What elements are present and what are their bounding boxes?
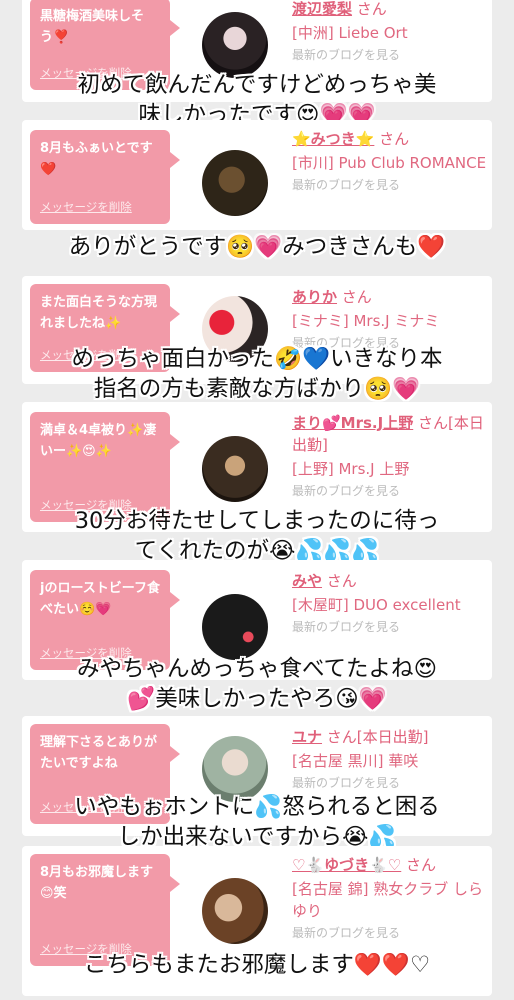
shop-name[interactable]: [名古屋 黒川] 華咲: [292, 750, 488, 772]
shop-name[interactable]: [ミナミ] Mrs.J ミナミ: [292, 310, 488, 332]
message-card: 8月もふぁいとです❤️ メッセージを削除 ⭐️みつき⭐️ さん [市川] Pub…: [22, 120, 492, 230]
shop-name[interactable]: [上野] Mrs.J 上野: [292, 458, 488, 480]
avatar[interactable]: [202, 150, 268, 216]
blog-link[interactable]: 最新のブログを見る: [292, 922, 488, 944]
message-text: 8月もふぁいとです❤️: [40, 141, 153, 177]
pink-heart-icon: 💗: [392, 376, 421, 402]
shop-name[interactable]: [名古屋 錦] 熟女クラブ しらゆり: [292, 878, 488, 922]
cast-name[interactable]: ありか: [292, 288, 337, 306]
avatar[interactable]: [202, 878, 268, 944]
avatar[interactable]: [202, 594, 268, 660]
blog-link[interactable]: 最新のブログを見る: [292, 174, 488, 196]
red-heart-icon: ❤️❤️: [353, 952, 410, 978]
blog-link[interactable]: 最新のブログを見る: [292, 616, 488, 638]
cast-name[interactable]: ユナ: [292, 728, 322, 746]
pleading-face-icon: 🥺: [364, 376, 393, 402]
cast-name[interactable]: ⭐️みつき⭐️: [292, 130, 374, 148]
message-text: jのローストビーフ食べたい☺️💗: [40, 581, 161, 617]
cast-name[interactable]: まり💕Mrs.J上野: [292, 414, 413, 432]
blog-link[interactable]: 最新のブログを見る: [292, 772, 488, 794]
caption: みやちゃんめっちゃ食べてたよね😍 💕美味しかったやろ😘💗: [76, 656, 438, 712]
blue-heart-icon: 💙: [302, 346, 331, 372]
pink-heart-icon: 💗: [254, 234, 283, 260]
kissing-face-icon: 😘: [335, 686, 359, 712]
blog-link[interactable]: 最新のブログを見る: [292, 44, 488, 66]
rolling-laugh-icon: 🤣: [273, 346, 302, 372]
shop-name[interactable]: [中洲] Liebe Ort: [292, 22, 488, 44]
caption: めっちゃ面白かった🤣💙いきなり本 指名の方も素敵な方ばかり🥺💗: [71, 346, 443, 402]
honorific: さん: [356, 0, 387, 18]
sweat-drops-icon: 💦: [254, 794, 283, 820]
caption: いやもぉホントに💦怒られると困る しか出来ないですから😭💦: [74, 794, 440, 850]
blog-link[interactable]: 最新のブログを見る: [292, 480, 488, 502]
message-text: 満卓＆4卓被り✨凄いー✨😍✨: [40, 423, 157, 459]
pink-heart-icon: 💗: [358, 686, 387, 712]
red-heart-icon: ❤️: [417, 234, 446, 260]
honorific: さん: [341, 288, 372, 306]
shop-name[interactable]: [木屋町] DUO excellent: [292, 594, 488, 616]
cast-name[interactable]: みや: [292, 572, 322, 590]
pleading-face-icon: 🥺: [226, 234, 255, 260]
cast-name[interactable]: 渡辺愛梨: [292, 0, 352, 18]
message-text: 黒糖梅酒美味しそう❣️: [40, 9, 145, 45]
delete-message-link[interactable]: メッセージを削除: [40, 197, 132, 218]
caption: ありがとうです🥺💗みつきさんも❤️: [68, 234, 446, 260]
message-text: 理解下さるとありがたいですよね: [40, 735, 158, 771]
cast-name[interactable]: ♡🐇ゆづき🐇♡: [292, 856, 401, 874]
message-text: また面白そうな方現れましたね✨: [40, 295, 158, 331]
message-text: 8月もお邪魔します😊笑: [40, 865, 154, 901]
caption: こちらもまたお邪魔します❤️❤️♡: [83, 952, 431, 978]
avatar[interactable]: [202, 12, 268, 78]
caption: 30分お待たせしてしまったのに待っ てくれたのが😭💦💦💦: [74, 508, 440, 564]
honorific: さん[本日出勤]: [326, 728, 429, 746]
honorific: さん: [326, 572, 357, 590]
two-hearts-icon: 💕: [127, 686, 156, 712]
heart-eyes-icon: 😍: [413, 656, 438, 682]
avatar[interactable]: [202, 436, 268, 502]
honorific: さん: [406, 856, 437, 874]
honorific: さん: [379, 130, 410, 148]
shop-name[interactable]: [市川] Pub Club ROMANCE: [292, 152, 488, 174]
message-bubble: 8月もふぁいとです❤️ メッセージを削除: [30, 130, 180, 224]
